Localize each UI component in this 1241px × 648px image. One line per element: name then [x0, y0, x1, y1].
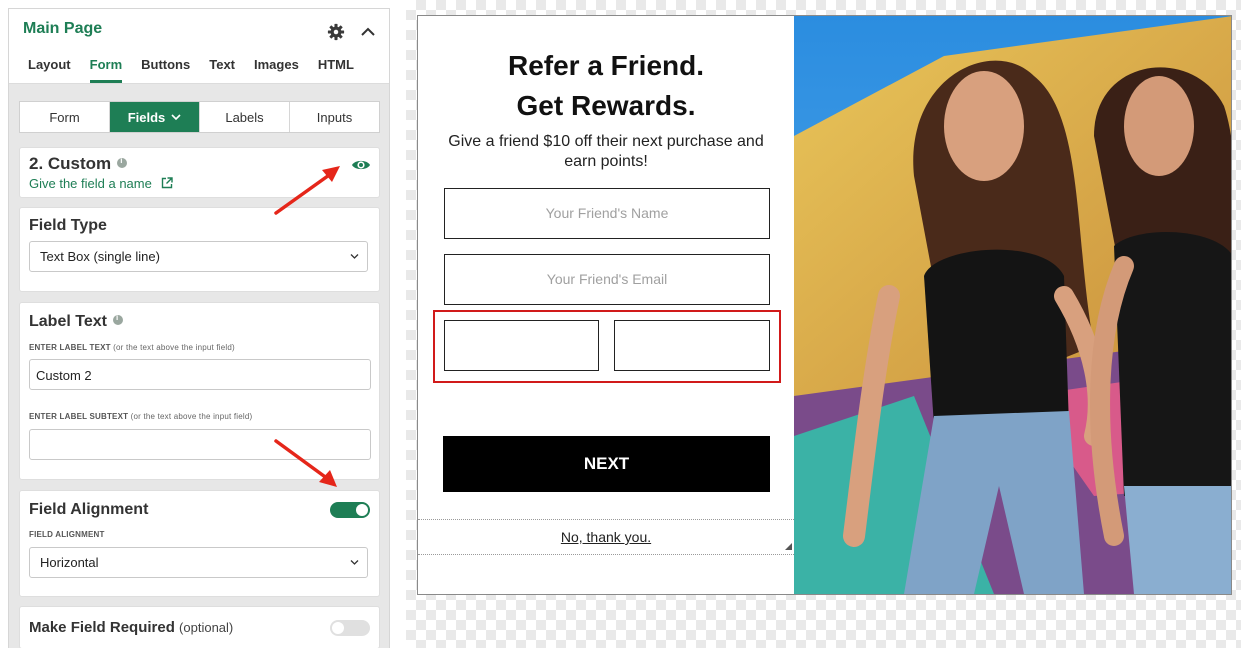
panel-header: Main Page Layout Form Buttons Text Image…	[9, 9, 389, 84]
field-alignment-card: Field Alignment FIELD ALIGNMENT Horizont…	[19, 490, 380, 597]
field-type-value: Text Box (single line)	[40, 249, 160, 264]
annotation-arrow-icon	[274, 439, 337, 487]
field-alignment-select[interactable]: Horizontal	[29, 547, 368, 578]
subtab-labels[interactable]: Labels	[200, 102, 290, 132]
no-thanks-link[interactable]: No, thank you.	[418, 529, 794, 545]
tab-text[interactable]: Text	[209, 55, 235, 83]
subtab-form-label: Form	[49, 109, 80, 125]
collapse-chevron-icon[interactable]	[359, 23, 377, 41]
hero-photo	[794, 16, 1231, 594]
subtext-caption-note: (or the text above the input field)	[130, 412, 253, 421]
popup-subtext: Give a friend $10 off their next purchas…	[448, 133, 764, 170]
custom-field-2[interactable]	[614, 320, 770, 371]
required-title: Make Field Required (optional)	[29, 619, 233, 636]
tab-images[interactable]: Images	[254, 55, 299, 83]
info-icon[interactable]	[117, 156, 128, 168]
subtab-fields[interactable]: Fields	[110, 102, 200, 132]
subtab-inputs[interactable]: Inputs	[290, 102, 379, 132]
chevron-down-icon	[171, 114, 181, 121]
field-alignment-title: Field Alignment	[29, 501, 149, 518]
annotation-arrow-icon	[274, 166, 340, 215]
tab-buttons[interactable]: Buttons	[141, 55, 190, 83]
field-title: 2. Custom	[29, 154, 128, 174]
field-type-title: Field Type	[29, 217, 107, 234]
friend-name-field[interactable]: Your Friend's Name	[444, 188, 770, 239]
tab-form[interactable]: Form	[89, 55, 123, 83]
subtab-fields-label: Fields	[127, 109, 166, 125]
panel-title: Main Page	[23, 20, 103, 37]
friend-email-field[interactable]: Your Friend's Email	[444, 254, 770, 305]
custom-field-1[interactable]	[444, 320, 599, 371]
popup-heading: Refer a Friend. Get Rewards.	[418, 46, 794, 126]
field-type-select[interactable]: Text Box (single line)	[29, 241, 368, 272]
subtab-form[interactable]: Form	[20, 102, 110, 132]
required-note: (optional)	[179, 620, 234, 635]
tab-layout[interactable]: Layout	[28, 55, 71, 83]
heading-line-2: Get Rewards.	[516, 90, 696, 121]
resize-handle-icon[interactable]	[785, 543, 792, 550]
label-caption-note: (or the text above the input field)	[113, 343, 235, 352]
subtab-labels-label: Labels	[225, 109, 264, 125]
subtab-inputs-label: Inputs	[316, 109, 353, 125]
label-subtext-caption: ENTER LABEL SUBTEXT (or the text above t…	[29, 412, 252, 421]
label-text-caption: ENTER LABEL TEXT (or the text above the …	[29, 343, 235, 352]
chevron-down-icon	[350, 560, 359, 565]
field-name-link-text: Give the field a name	[29, 176, 152, 191]
field-alignment-value: Horizontal	[40, 555, 99, 570]
field-alignment-toggle[interactable]	[330, 502, 370, 518]
info-icon[interactable]	[112, 313, 123, 325]
label-caption-text: ENTER LABEL TEXT	[29, 343, 111, 352]
no-thanks-area: No, thank you.	[418, 519, 794, 555]
tab-html[interactable]: HTML	[318, 55, 354, 83]
chevron-down-icon	[350, 254, 359, 259]
subtext-caption-text: ENTER LABEL SUBTEXT	[29, 412, 129, 421]
next-button[interactable]: NEXT	[443, 436, 770, 492]
popup-form: Refer a Friend. Get Rewards. Give a frie…	[418, 16, 794, 594]
panel-tabs: Layout Form Buttons Text Images HTML	[9, 55, 354, 83]
heading-line-1: Refer a Friend.	[507, 50, 705, 81]
required-title-text: Make Field Required	[29, 619, 175, 636]
subtab-bar: Form Fields Labels Inputs	[19, 101, 380, 133]
gear-icon[interactable]	[327, 23, 345, 41]
field-alignment-caption: FIELD ALIGNMENT	[29, 530, 105, 539]
required-toggle[interactable]	[330, 620, 370, 636]
label-text-value: Custom 2	[36, 368, 92, 383]
label-text-input[interactable]: Custom 2	[29, 359, 371, 390]
label-text-title: Label Text	[29, 313, 123, 331]
toggle-knob	[332, 622, 344, 634]
toggle-knob	[356, 504, 368, 516]
popup-preview: Refer a Friend. Get Rewards. Give a frie…	[417, 15, 1232, 595]
label-text-title-text: Label Text	[29, 313, 107, 330]
required-card: Make Field Required (optional)	[19, 606, 380, 648]
external-link-icon	[162, 177, 174, 189]
eye-icon[interactable]	[351, 158, 371, 172]
editor-panel: Main Page Layout Form Buttons Text Image…	[8, 8, 390, 648]
field-title-text: 2. Custom	[29, 154, 112, 173]
field-name-link[interactable]: Give the field a name	[29, 176, 174, 191]
